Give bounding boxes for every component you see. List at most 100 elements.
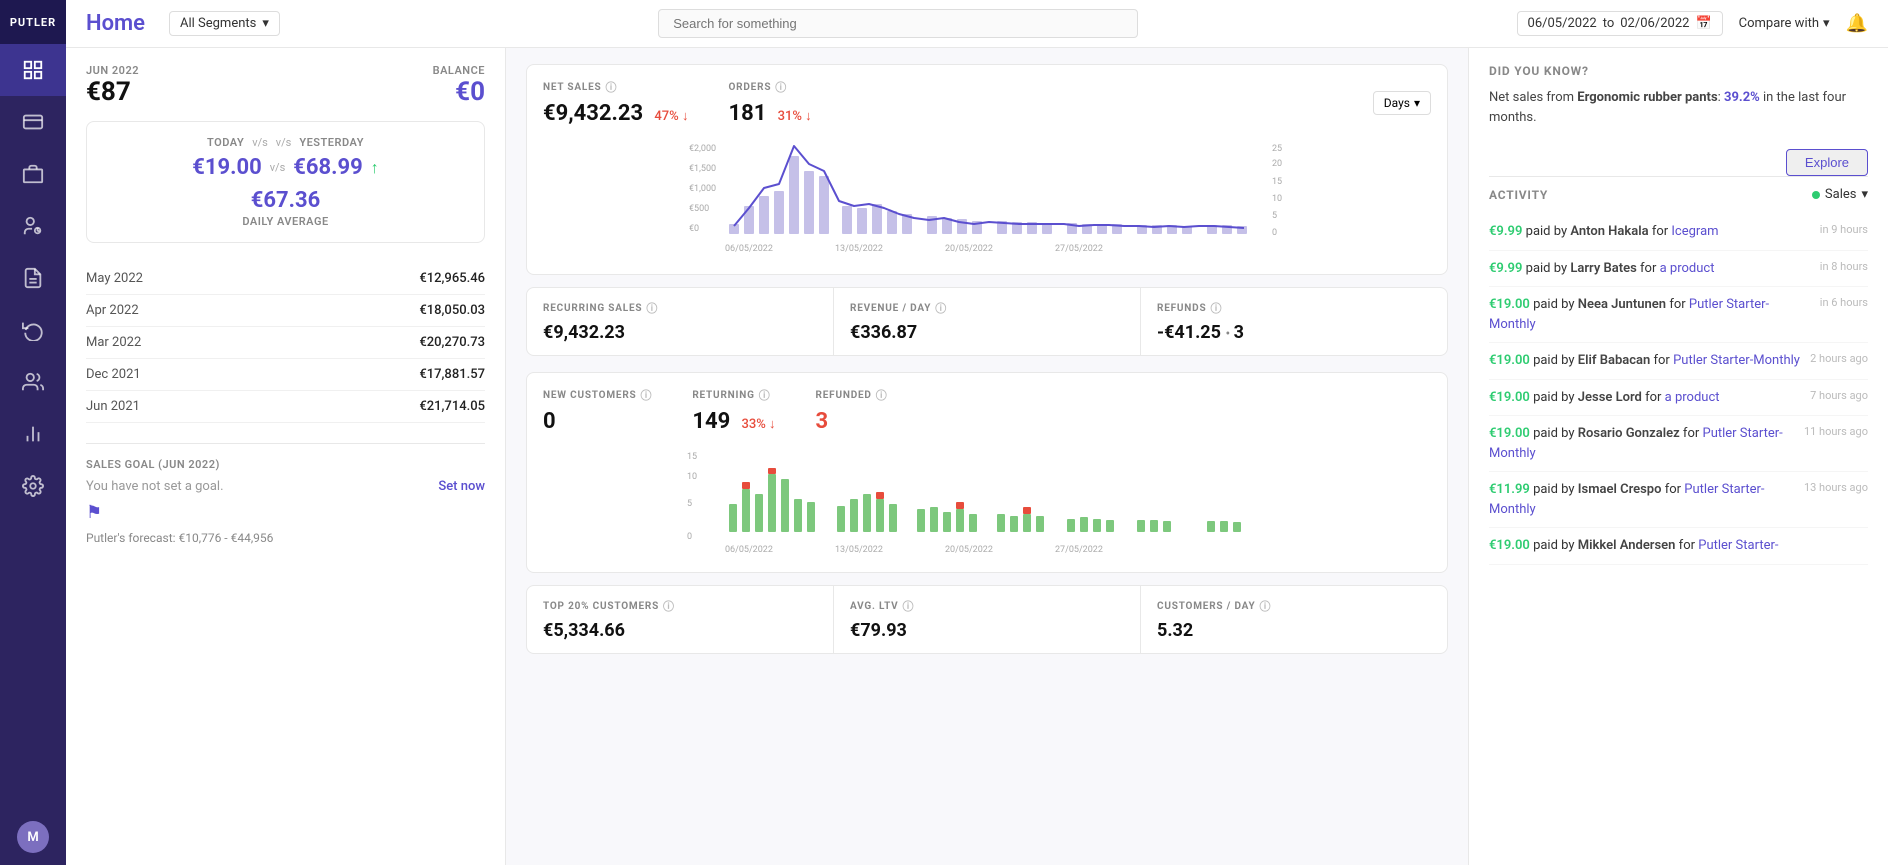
history-row: Dec 2021 €17,881.57 (86, 359, 485, 391)
svg-text:15: 15 (1272, 177, 1282, 187)
days-button[interactable]: Days ▾ (1373, 91, 1431, 115)
returning-info-icon[interactable]: ⓘ (759, 387, 771, 403)
chevron-down-icon: ▾ (1861, 187, 1868, 202)
orders-info-icon[interactable]: ⓘ (775, 79, 787, 95)
orders-change: 31% ↓ (778, 109, 812, 124)
vs-sep: v/s (270, 161, 286, 174)
history-amount: €17,881.57 (419, 367, 485, 382)
activity-product[interactable]: Putler Starter- (1698, 538, 1778, 553)
svg-text:€500: €500 (689, 204, 709, 214)
activity-main: €9.99 paid by Anton Hakala for Icegram (1489, 222, 1812, 242)
customers-day-info-icon[interactable]: ⓘ (1260, 598, 1272, 614)
history-row: Mar 2022 €20,270.73 (86, 327, 485, 359)
affiliates-icon (17, 366, 49, 398)
customers-day-metric: CUSTOMERS / DAY ⓘ 5.32 (1141, 586, 1447, 653)
history-row: May 2022 €12,965.46 (86, 263, 485, 295)
activity-time: in 6 hours (1820, 295, 1868, 312)
customers-icon (17, 210, 49, 242)
activity-item: €11.99 paid by Ismael Crespo for Putler … (1489, 472, 1868, 528)
orders-value: 181 (728, 101, 766, 126)
sales-dot (1812, 191, 1820, 199)
activity-time: in 8 hours (1820, 259, 1868, 276)
date-range-picker[interactable]: 06/05/2022 to 02/06/2022 📅 (1517, 11, 1723, 36)
set-now-link[interactable]: Set now (438, 479, 485, 494)
history-period: Apr 2022 (86, 303, 139, 318)
activity-customer: Jesse Lord (1578, 390, 1642, 405)
history-amount: €12,965.46 (419, 271, 485, 286)
activity-item: €19.00 paid by Elif Babacan for Putler S… (1489, 343, 1868, 380)
sidebar-item-settings[interactable] (0, 460, 66, 512)
svg-text:27/05/2022: 27/05/2022 (1055, 545, 1103, 554)
top20-label: TOP 20% CUSTOMERS (543, 601, 659, 612)
refunds-label: REFUNDS (1157, 303, 1206, 314)
recurring-info-icon[interactable]: ⓘ (646, 300, 658, 316)
revenue-info-icon[interactable]: ⓘ (935, 300, 947, 316)
compare-with-button[interactable]: Compare with ▾ (1739, 16, 1830, 31)
net-sales-info-icon[interactable]: ⓘ (605, 79, 617, 95)
returning-value: 149 (692, 409, 730, 434)
history-amount: €20,270.73 (419, 335, 485, 350)
orders-metric: ORDERS ⓘ 181 31% ↓ (728, 79, 811, 126)
sidebar-item-dashboard[interactable] (0, 44, 66, 96)
activity-customer: Ismael Crespo (1578, 482, 1662, 497)
history-row: Apr 2022 €18,050.03 (86, 295, 485, 327)
sales-goal-content: You have not set a goal. Set now (86, 479, 485, 494)
svg-text:20/05/2022: 20/05/2022 (945, 244, 993, 254)
history-period: Mar 2022 (86, 335, 141, 350)
avg-ltv-value: €79.93 (850, 620, 1124, 641)
avg-ltv-label: AVG. LTV (850, 601, 899, 612)
activity-title: ACTIVITY (1489, 188, 1548, 202)
recurring-sales-value: €9,432.23 (543, 322, 817, 343)
dyk-title: DID YOU KNOW? (1489, 64, 1868, 78)
activity-product[interactable]: a product (1660, 261, 1715, 276)
new-customers-info-icon[interactable]: ⓘ (641, 387, 653, 403)
avatar[interactable]: M (17, 821, 49, 853)
customers-day-label: CUSTOMERS / DAY (1157, 601, 1256, 612)
segment-select[interactable]: All Segments ▾ (169, 11, 280, 36)
activity-product[interactable]: a product (1665, 390, 1720, 405)
activity-main: €19.00 paid by Mikkel Andersen for Putle… (1489, 536, 1860, 556)
balance-label: BALANCE (433, 64, 485, 77)
vs-label: v/s (252, 136, 268, 149)
sidebar-item-subscriptions[interactable] (0, 304, 66, 356)
history-period: Dec 2021 (86, 367, 141, 382)
activity-customer: Anton Hakala (1570, 224, 1648, 239)
sidebar-item-products[interactable] (0, 148, 66, 200)
activity-product[interactable]: Putler Starter-Monthly (1673, 353, 1800, 368)
top20-value: €5,334.66 (543, 620, 817, 641)
net-sales-chart: €2,000 €1,500 €1,000 €500 €0 25 20 15 10… (543, 136, 1431, 256)
date-to: 02/06/2022 (1620, 16, 1689, 31)
svg-text:€2,000: €2,000 (689, 144, 716, 154)
top20-info-icon[interactable]: ⓘ (663, 598, 675, 614)
today-label: TODAY (207, 136, 244, 149)
sidebar-item-reports[interactable] (0, 252, 66, 304)
search-input[interactable] (658, 9, 1138, 38)
activity-amount: €19.00 (1489, 538, 1530, 553)
compare-with-label: Compare with (1739, 16, 1819, 31)
explore-button[interactable]: Explore (1786, 149, 1868, 176)
svg-text:25: 25 (1272, 144, 1282, 154)
customers-day-value: 5.32 (1157, 620, 1431, 641)
refunds-info-icon[interactable]: ⓘ (1210, 300, 1222, 316)
products-icon (17, 158, 49, 190)
recurring-sales-label: RECURRING SALES (543, 303, 642, 314)
new-customers-label: NEW CUSTOMERS (543, 390, 637, 401)
activity-product[interactable]: Icegram (1671, 224, 1718, 239)
revenue-day-value: €336.87 (850, 322, 1124, 343)
activity-amount: €19.00 (1489, 297, 1530, 312)
sales-filter[interactable]: Sales ▾ (1812, 187, 1868, 202)
svg-text:20/05/2022: 20/05/2022 (945, 545, 993, 554)
svg-text:5: 5 (1272, 211, 1277, 221)
avg-ltv-info-icon[interactable]: ⓘ (903, 598, 915, 614)
sidebar-item-analytics[interactable] (0, 408, 66, 460)
notification-bell-icon[interactable]: 🔔 (1846, 13, 1868, 34)
sidebar-item-affiliates[interactable] (0, 356, 66, 408)
customers-chart-section: NEW CUSTOMERS ⓘ 0 RETURNING ⓘ 149 33% ↓ (526, 372, 1448, 573)
sidebar-item-customers[interactable] (0, 200, 66, 252)
svg-text:10: 10 (687, 472, 697, 482)
sidebar-item-payments[interactable] (0, 96, 66, 148)
avg-ltv-metric: AVG. LTV ⓘ €79.93 (834, 586, 1141, 653)
refunded-info-icon[interactable]: ⓘ (876, 387, 888, 403)
dyk-percent: 39.2% (1724, 90, 1760, 105)
dyk-text: Net sales from Ergonomic rubber pants: 3… (1489, 88, 1868, 127)
